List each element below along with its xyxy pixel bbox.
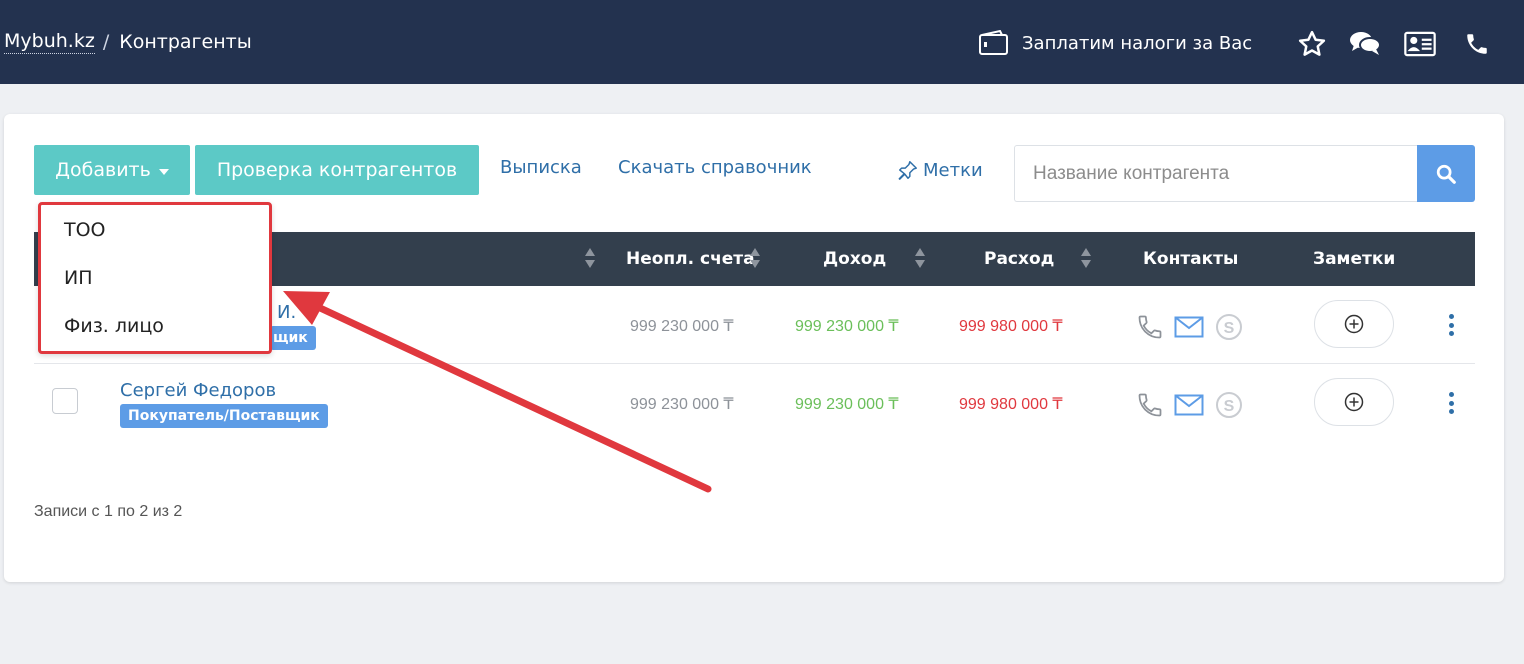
sort-icon[interactable]: [749, 247, 761, 269]
pay-taxes-link[interactable]: Заплатим налоги за Вас: [978, 30, 1252, 56]
check-counterparties-button[interactable]: Проверка контрагентов: [195, 145, 479, 195]
role-badge: Покупатель/Поставщик: [120, 404, 328, 428]
add-note-button[interactable]: [1314, 378, 1394, 426]
skype-icon[interactable]: S: [1215, 313, 1243, 341]
income-amount: 999 230 000 ₸: [795, 396, 899, 413]
star-icon: [1298, 30, 1326, 56]
records-count: Записи с 1 по 2 из 2: [34, 503, 183, 520]
dropdown-item-ip[interactable]: ИП: [64, 267, 93, 289]
role-badge: щик: [270, 326, 316, 350]
top-bar: Mybuh.kz / Контрагенты Заплатим налоги з…: [0, 0, 1524, 84]
breadcrumb-current: Контрагенты: [119, 31, 252, 53]
plus-circle-icon: [1344, 392, 1364, 412]
column-unpaid-header[interactable]: Неопл. счета: [626, 249, 755, 269]
income-amount: 999 230 000 ₸: [795, 318, 899, 335]
dropdown-item-individual[interactable]: Физ. лицо: [64, 315, 164, 337]
column-expense-header[interactable]: Расход: [984, 249, 1054, 269]
contact-card-icon: [1404, 31, 1436, 57]
column-contacts-header: Контакты: [1143, 249, 1239, 269]
check-counterparties-label: Проверка контрагентов: [216, 159, 458, 181]
email-icon[interactable]: [1174, 316, 1204, 338]
expense-amount: 999 980 000 ₸: [959, 396, 1063, 413]
dropdown-item-too[interactable]: ТОО: [64, 219, 106, 241]
sort-icon[interactable]: [914, 247, 926, 269]
row-menu-button[interactable]: [1448, 314, 1454, 336]
add-note-button[interactable]: [1314, 300, 1394, 348]
sort-icon[interactable]: [1080, 247, 1092, 269]
svg-text:S: S: [1224, 320, 1235, 337]
add-dropdown-menu: ТОО ИП Физ. лицо: [38, 202, 272, 354]
breadcrumb-home-link[interactable]: Mybuh.kz: [4, 30, 95, 54]
breadcrumb: Mybuh.kz / Контрагенты: [4, 30, 252, 54]
tags-label: Метки: [923, 159, 983, 181]
sort-icon[interactable]: [584, 247, 596, 269]
counterparty-name-link[interactable]: Сергей Федоров: [120, 380, 276, 401]
chat-button[interactable]: [1349, 28, 1381, 60]
pay-taxes-label: Заплатим налоги за Вас: [1022, 32, 1253, 54]
add-dropdown-button[interactable]: Добавить: [34, 145, 190, 195]
column-income-header[interactable]: Доход: [823, 249, 886, 269]
search-icon: [1436, 164, 1456, 184]
chat-icon: [1350, 32, 1381, 55]
unpaid-amount: 999 230 000 ₸: [630, 318, 734, 335]
column-notes-header: Заметки: [1313, 249, 1396, 269]
counterparty-name-link[interactable]: И.: [277, 302, 296, 323]
row-menu-button[interactable]: [1448, 392, 1454, 414]
search-button[interactable]: [1417, 145, 1475, 202]
add-button-label: Добавить: [55, 159, 151, 181]
unpaid-amount: 999 230 000 ₸: [630, 396, 734, 413]
phone-icon[interactable]: [1136, 313, 1164, 341]
phone-icon: [1467, 34, 1487, 54]
plus-circle-icon: [1344, 314, 1364, 334]
breadcrumb-separator: /: [102, 31, 110, 53]
favorites-button[interactable]: [1296, 28, 1328, 60]
tags-link[interactable]: Метки: [897, 159, 983, 181]
search-box: [1014, 145, 1475, 202]
phone-button[interactable]: [1461, 28, 1493, 60]
search-input[interactable]: [1014, 145, 1418, 202]
table-row: Сергей Федоров Покупатель/Поставщик 999 …: [34, 364, 1475, 442]
statement-link[interactable]: Выписка: [500, 157, 582, 178]
pin-icon: [898, 161, 917, 180]
phone-icon[interactable]: [1136, 391, 1164, 419]
download-directory-link[interactable]: Скачать справочник: [618, 157, 812, 178]
svg-text:S: S: [1224, 398, 1235, 415]
contact-card-button[interactable]: [1404, 28, 1436, 60]
row-checkbox[interactable]: [52, 388, 78, 414]
skype-icon[interactable]: S: [1215, 391, 1243, 419]
caret-down-icon: [158, 168, 169, 175]
email-icon[interactable]: [1174, 394, 1204, 416]
expense-amount: 999 980 000 ₸: [959, 318, 1063, 335]
wallet-icon: [979, 30, 1008, 55]
